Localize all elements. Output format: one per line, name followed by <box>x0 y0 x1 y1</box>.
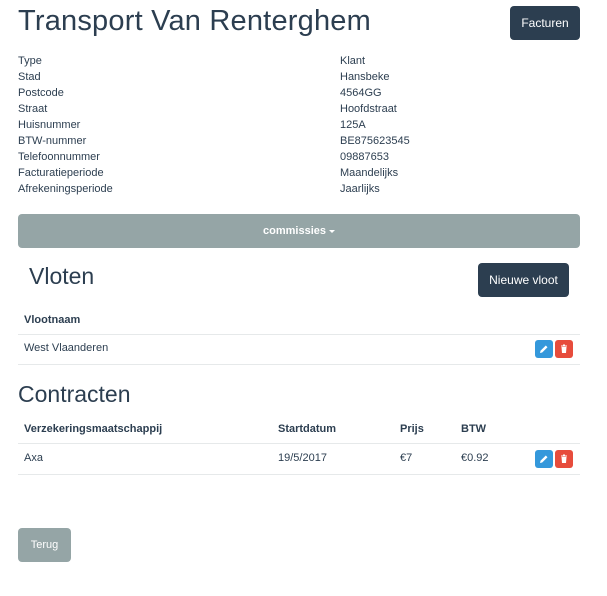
edit-vloot-button[interactable] <box>535 340 553 358</box>
info-value: Klant <box>340 55 366 67</box>
info-label: Huisnummer <box>18 119 81 131</box>
terug-button[interactable]: Terug <box>18 528 71 562</box>
vlootnaam-header: Vlootnaam <box>24 314 81 326</box>
info-label: Type <box>18 55 42 67</box>
info-label: Straat <box>18 103 48 115</box>
facturen-button[interactable]: Facturen <box>510 6 580 40</box>
table-divider <box>18 364 580 365</box>
contracten-heading: Contracten <box>18 381 131 407</box>
commissies-label: commissies <box>263 225 326 237</box>
info-row-huisnummer: Huisnummer 125A <box>18 119 578 135</box>
edit-contract-button[interactable] <box>535 450 553 468</box>
info-value: 09887653 <box>340 151 389 163</box>
page-title: Transport Van Renterghem <box>18 5 371 37</box>
info-label: Facturatieperiode <box>18 167 104 179</box>
contract-vat-cell: €0.92 <box>461 452 489 464</box>
info-row-stad: Stad Hansbeke <box>18 71 578 87</box>
info-value: Jaarlijks <box>340 183 380 195</box>
info-label: Telefoonnummer <box>18 151 100 163</box>
info-row-postcode: Postcode 4564GG <box>18 87 578 103</box>
nieuwe-vloot-button[interactable]: Nieuwe vloot <box>478 263 569 297</box>
vloot-name-cell: West Vlaanderen <box>24 342 109 354</box>
btw-header: BTW <box>461 423 487 435</box>
vloten-heading: Vloten <box>29 263 95 289</box>
info-value: Hoofdstraat <box>340 103 397 115</box>
pencil-icon <box>540 455 548 463</box>
info-row-afrekeningsperiode: Afrekeningsperiode Jaarlijks <box>18 183 578 199</box>
info-label: Stad <box>18 71 41 83</box>
table-divider <box>18 474 580 475</box>
info-label: Postcode <box>18 87 64 99</box>
table-divider <box>18 443 580 444</box>
delete-vloot-button[interactable] <box>555 340 573 358</box>
contract-start-cell: 19/5/2017 <box>278 452 327 464</box>
info-label: BTW-nummer <box>18 135 87 147</box>
info-label: Afrekeningsperiode <box>18 183 113 195</box>
table-divider <box>18 334 580 335</box>
contract-price-cell: €7 <box>400 452 413 464</box>
info-row-telefoonnummer: Telefoonnummer 09887653 <box>18 151 578 167</box>
info-row-type: Type Klant <box>18 55 578 71</box>
verzekeringsmaatschappij-header: Verzekeringsmaatschappij <box>24 423 163 435</box>
pencil-icon <box>540 345 548 353</box>
trash-icon <box>561 454 567 463</box>
info-row-btw-nummer: BTW-nummer BE875623545 <box>18 135 578 151</box>
info-value: Hansbeke <box>340 71 390 83</box>
trash-icon <box>561 344 567 353</box>
info-value: Maandelijks <box>340 167 399 179</box>
startdatum-header: Startdatum <box>278 423 337 435</box>
contract-company-cell: Axa <box>24 452 43 464</box>
commissies-dropdown-button[interactable]: commissies <box>18 214 580 248</box>
info-row-straat: Straat Hoofdstraat <box>18 103 578 119</box>
info-value: 4564GG <box>340 87 382 99</box>
delete-contract-button[interactable] <box>555 450 573 468</box>
customer-info: Type Klant Stad Hansbeke Postcode 4564GG… <box>18 55 578 199</box>
info-value: 125A <box>340 119 366 131</box>
caret-down-icon <box>328 229 335 233</box>
info-row-facturatieperiode: Facturatieperiode Maandelijks <box>18 167 578 183</box>
info-value: BE875623545 <box>340 135 410 147</box>
prijs-header: Prijs <box>400 423 424 435</box>
